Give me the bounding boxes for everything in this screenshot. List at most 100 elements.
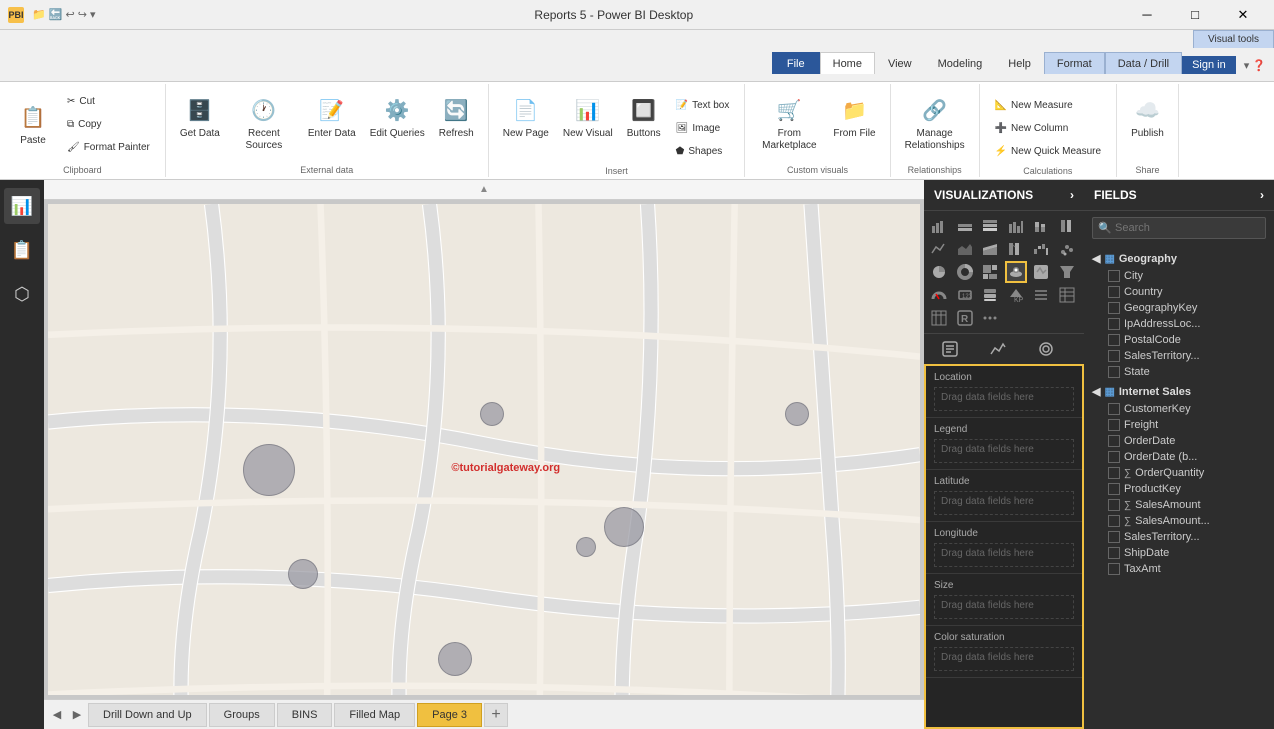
copy-button[interactable]: ⧉ Copy [60, 113, 157, 135]
viz-bar-clustered[interactable] [928, 215, 950, 237]
new-measure-button[interactable]: 📐 New Measure [988, 94, 1108, 116]
maximize-button[interactable]: □ [1172, 0, 1218, 30]
new-visual-button[interactable]: 📊 New Visual [557, 90, 619, 144]
taxamt-checkbox[interactable] [1108, 563, 1120, 575]
visual-tools-tab[interactable]: Visual tools [1193, 30, 1274, 48]
city-checkbox[interactable] [1108, 270, 1120, 282]
state-checkbox[interactable] [1108, 366, 1120, 378]
tab-home[interactable]: Home [820, 52, 875, 74]
new-page-button[interactable]: 📄 New Page [497, 90, 555, 144]
viz-funnel[interactable] [1056, 261, 1078, 283]
viz-filled-map[interactable] [1030, 261, 1052, 283]
viz-pie[interactable] [928, 261, 950, 283]
viz-analytics-tab[interactable] [976, 338, 1020, 360]
textbox-button[interactable]: 📝 Text box [669, 94, 737, 116]
viz-col-clustered[interactable] [1005, 215, 1027, 237]
tab-filled-map[interactable]: Filled Map [334, 703, 415, 727]
tab-datadrill[interactable]: Data / Drill [1105, 52, 1182, 74]
productkey-checkbox[interactable] [1108, 483, 1120, 495]
field-geographykey[interactable]: GeographyKey [1084, 300, 1274, 316]
canvas[interactable]: ©tutorialgateway.org [48, 204, 920, 695]
from-marketplace-button[interactable]: 🛒 From Marketplace [753, 90, 825, 156]
viz-panel-expand[interactable]: › [1070, 188, 1074, 202]
from-file-button[interactable]: 📁 From File [827, 90, 881, 144]
viz-donut[interactable] [954, 261, 976, 283]
get-data-button[interactable]: 🗄️ Get Data [174, 90, 226, 144]
fields-panel-expand[interactable]: › [1260, 188, 1264, 202]
salesterritory-geo-checkbox[interactable] [1108, 350, 1120, 362]
field-taxamt[interactable]: TaxAmt [1084, 561, 1274, 577]
field-customerkey[interactable]: CustomerKey [1084, 401, 1274, 417]
viz-format-tab[interactable] [928, 338, 972, 360]
field-ipaddress[interactable]: IpAddressLoc... [1084, 316, 1274, 332]
viz-drill-tab[interactable] [1024, 338, 1068, 360]
field-productkey[interactable]: ProductKey [1084, 481, 1274, 497]
new-column-button[interactable]: ➕ New Column [988, 117, 1108, 139]
viz-table[interactable] [1056, 284, 1078, 306]
viz-slicer[interactable] [1030, 284, 1052, 306]
legend-drop[interactable]: Drag data fields here [934, 439, 1074, 463]
shipdate-checkbox[interactable] [1108, 547, 1120, 559]
viz-waterfall[interactable] [1030, 238, 1052, 260]
tab-file[interactable]: File [772, 52, 820, 74]
viz-stacked-area[interactable] [979, 238, 1001, 260]
sign-in-button[interactable]: Sign in [1182, 56, 1236, 74]
cut-button[interactable]: ✂ Cut [60, 90, 157, 112]
minimize-button[interactable]: ─ [1124, 0, 1170, 30]
viz-multirow-card[interactable] [979, 284, 1001, 306]
edit-queries-button[interactable]: ⚙️ Edit Queries [364, 90, 431, 144]
orderdate-checkbox[interactable] [1108, 435, 1120, 447]
internet-sales-group-header[interactable]: ◀ ▦ Internet Sales [1084, 382, 1274, 401]
tab-prev-button[interactable]: ◀ [48, 705, 66, 725]
buttons-button[interactable]: 🔲 Buttons [621, 90, 667, 144]
field-salesterritory-geo[interactable]: SalesTerritory... [1084, 348, 1274, 364]
geographykey-checkbox[interactable] [1108, 302, 1120, 314]
size-drop[interactable]: Drag data fields here [934, 595, 1074, 619]
recent-sources-button[interactable]: 🕐 Recent Sources [228, 90, 300, 156]
viz-r[interactable]: R [954, 307, 976, 329]
tab-format[interactable]: Format [1044, 52, 1105, 74]
add-page-button[interactable]: + [484, 703, 508, 727]
viz-bar-stacked[interactable] [954, 215, 976, 237]
publish-button[interactable]: ☁️ Publish [1125, 90, 1170, 144]
image-button[interactable]: 🖼 Image [669, 117, 737, 139]
tab-page3[interactable]: Page 3 [417, 703, 482, 727]
viz-col-100[interactable] [1056, 215, 1078, 237]
salesterritory-checkbox[interactable] [1108, 531, 1120, 543]
tab-next-button[interactable]: ▶ [68, 705, 86, 725]
paste-button[interactable]: 📋 Paste [8, 97, 58, 151]
manage-relationships-button[interactable]: 🔗 Manage Relationships [899, 90, 971, 156]
viz-scatter[interactable] [1056, 238, 1078, 260]
tab-bins[interactable]: BINS [277, 703, 333, 727]
latitude-drop[interactable]: Drag data fields here [934, 491, 1074, 515]
longitude-drop[interactable]: Drag data fields here [934, 543, 1074, 567]
postalcode-checkbox[interactable] [1108, 334, 1120, 346]
location-drop[interactable]: Drag data fields here [934, 387, 1074, 411]
geography-group-header[interactable]: ◀ ▦ Geography [1084, 249, 1274, 268]
viz-treemap[interactable] [979, 261, 1001, 283]
field-freight[interactable]: Freight [1084, 417, 1274, 433]
orderquantity-checkbox[interactable] [1108, 467, 1120, 479]
tab-help[interactable]: Help [995, 52, 1044, 74]
viz-kpi[interactable]: KPI [1005, 284, 1027, 306]
tab-drill-down-up[interactable]: Drill Down and Up [88, 703, 207, 727]
new-quick-measure-button[interactable]: ⚡ New Quick Measure [988, 140, 1108, 162]
field-orderdate[interactable]: OrderDate [1084, 433, 1274, 449]
viz-line[interactable] [928, 238, 950, 260]
field-city[interactable]: City [1084, 268, 1274, 284]
field-salesamount[interactable]: ∑ SalesAmount [1084, 497, 1274, 513]
orderdate-b-checkbox[interactable] [1108, 451, 1120, 463]
field-country[interactable]: Country [1084, 284, 1274, 300]
viz-more[interactable] [979, 307, 1001, 329]
model-view-button[interactable]: ⬡ [4, 276, 40, 312]
field-state[interactable]: State [1084, 364, 1274, 380]
salesamount2-checkbox[interactable] [1108, 515, 1120, 527]
close-button[interactable]: ✕ [1220, 0, 1266, 30]
field-salesterritory[interactable]: SalesTerritory... [1084, 529, 1274, 545]
viz-area[interactable] [954, 238, 976, 260]
viz-map[interactable] [1005, 261, 1027, 283]
tab-modeling[interactable]: Modeling [925, 52, 996, 74]
report-view-button[interactable]: 📊 [4, 188, 40, 224]
viz-ribbon[interactable] [1005, 238, 1027, 260]
field-shipdate[interactable]: ShipDate [1084, 545, 1274, 561]
